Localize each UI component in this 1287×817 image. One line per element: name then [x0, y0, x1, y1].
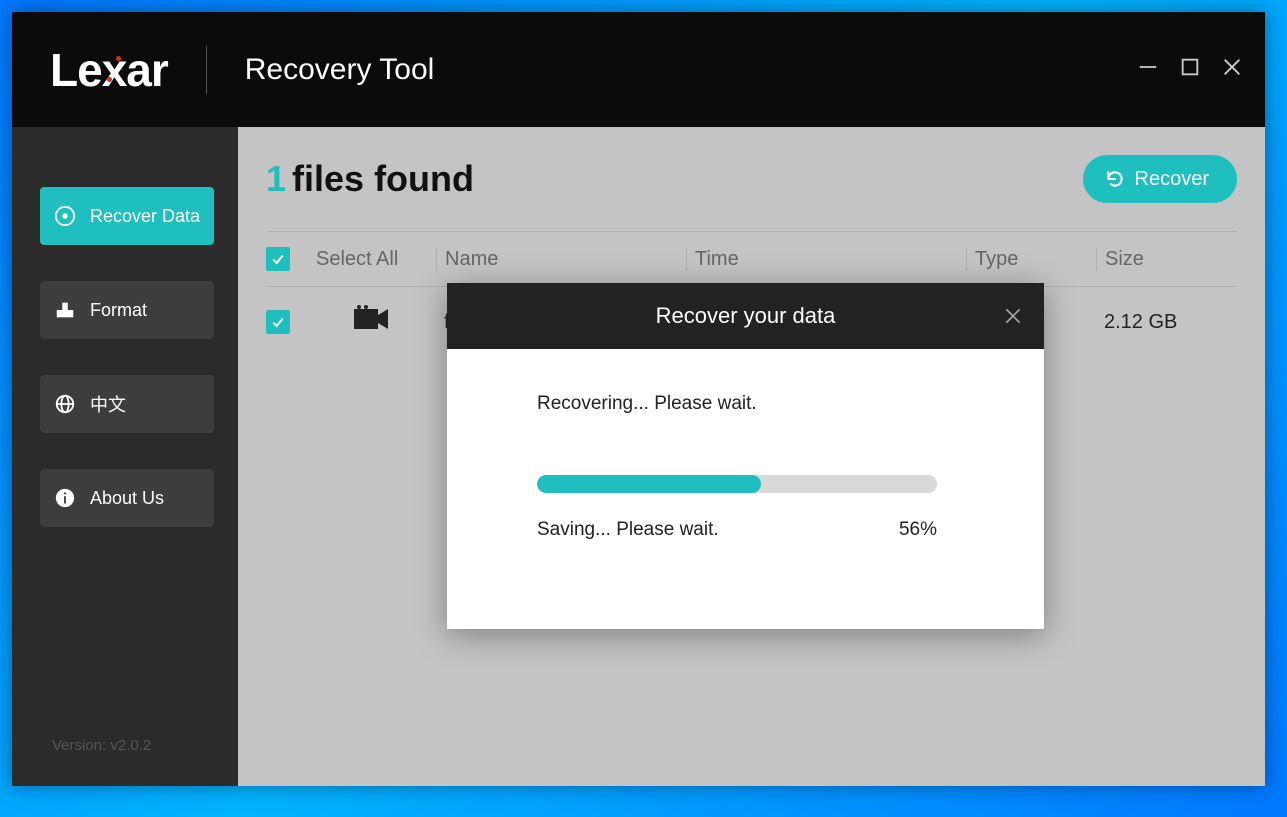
dialog-saving-text: Saving... Please wait. [537, 519, 719, 541]
row-checkbox[interactable] [266, 310, 290, 334]
column-name[interactable]: Name [436, 248, 686, 271]
sidebar-item-label: Recover Data [90, 206, 200, 227]
files-found-heading: 1files found [266, 158, 474, 200]
sidebar: Recover Data Format 中文 About Us Ve [12, 127, 238, 786]
table-header: Select All Name Time Type Size [266, 231, 1237, 287]
sidebar-item-language[interactable]: 中文 [40, 375, 214, 433]
globe-icon [54, 393, 76, 415]
recover-button-label: Recover [1135, 168, 1209, 191]
files-found-label: files found [292, 158, 474, 199]
sidebar-item-label: 中文 [90, 391, 126, 417]
dialog-close-button[interactable] [1000, 303, 1026, 329]
dialog-percent-text: 56% [899, 519, 937, 541]
dialog-titlebar: Recover your data [447, 283, 1044, 349]
progress-bar-fill [537, 475, 761, 493]
progress-bar-track [537, 475, 937, 493]
info-icon [54, 487, 76, 509]
format-icon [54, 299, 76, 321]
sidebar-item-label: Format [90, 300, 147, 321]
column-type[interactable]: Type [966, 248, 1096, 271]
column-size[interactable]: Size [1096, 248, 1237, 271]
refresh-icon [1105, 169, 1125, 189]
sidebar-item-format[interactable]: Format [40, 281, 214, 339]
maximize-button[interactable] [1175, 52, 1205, 82]
version-label: Version: v2.0.2 [52, 737, 151, 754]
files-count-number: 1 [266, 158, 286, 199]
sidebar-item-label: About Us [90, 488, 164, 509]
app-logo: Lexar Recovery Tool [50, 43, 434, 97]
recover-button[interactable]: Recover [1083, 155, 1237, 203]
divider [206, 46, 207, 94]
close-button[interactable] [1217, 52, 1247, 82]
select-all-checkbox[interactable] [266, 247, 290, 271]
video-file-icon [354, 305, 388, 339]
titlebar: Lexar Recovery Tool [12, 12, 1265, 127]
brand-logo: Lexar [50, 43, 168, 97]
app-subtitle: Recovery Tool [245, 53, 435, 87]
close-icon [1003, 306, 1023, 326]
column-time[interactable]: Time [686, 248, 966, 271]
disk-recover-icon [54, 205, 76, 227]
dialog-title: Recover your data [656, 303, 836, 329]
sidebar-item-recover-data[interactable]: Recover Data [40, 187, 214, 245]
sidebar-item-about[interactable]: About Us [40, 469, 214, 527]
column-select-all[interactable]: Select All [316, 248, 436, 271]
minimize-button[interactable] [1133, 52, 1163, 82]
app-window: Lexar Recovery Tool Recover Data Form [12, 12, 1265, 786]
cell-size: 2.12 GB [1096, 311, 1237, 334]
recover-dialog: Recover your data Recovering... Please w… [447, 283, 1044, 629]
dialog-status-text: Recovering... Please wait. [537, 393, 954, 415]
